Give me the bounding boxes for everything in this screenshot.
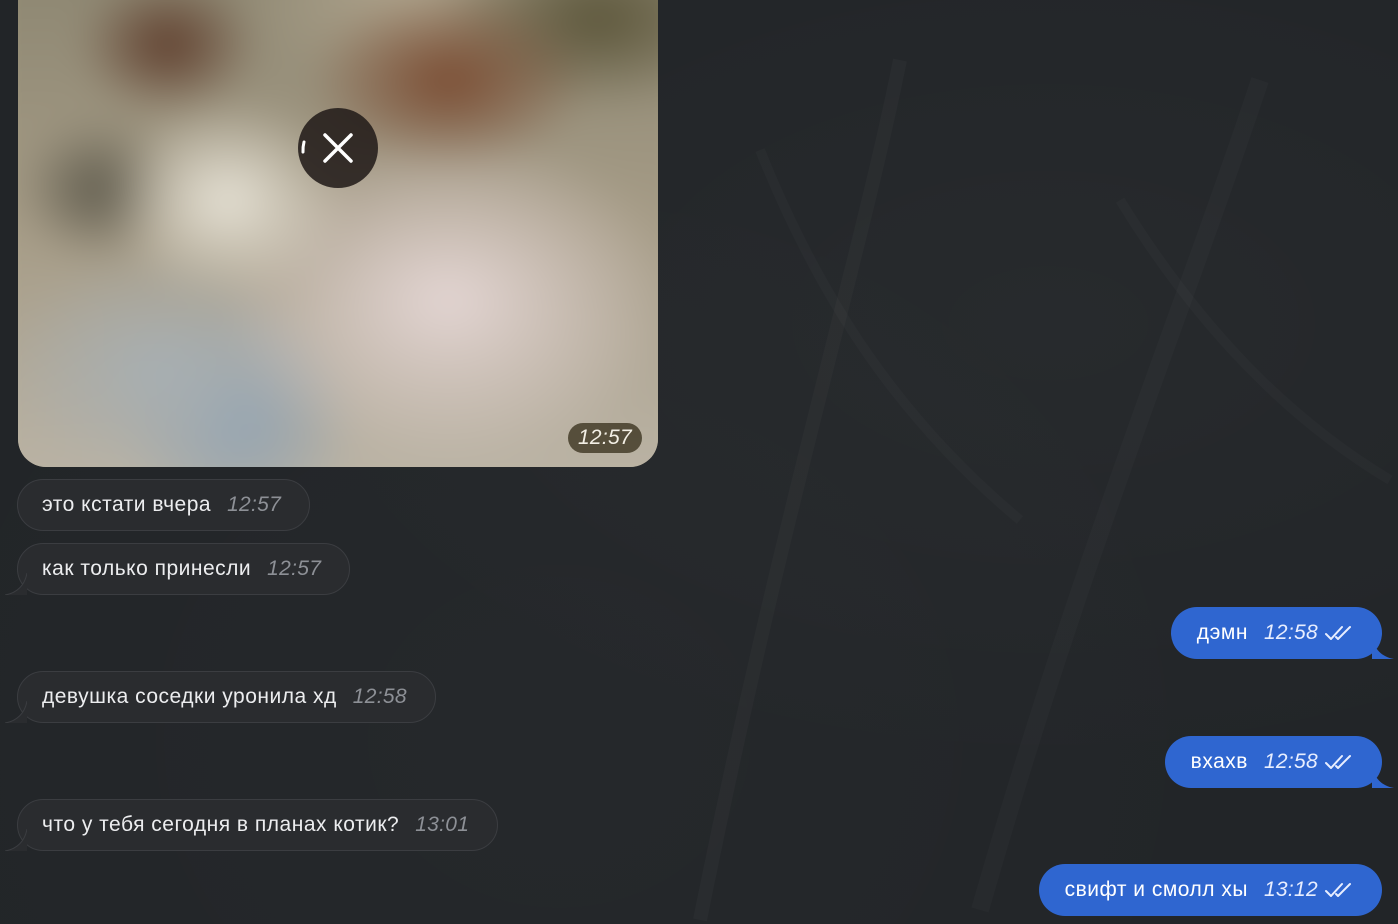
message-time: 12:57 xyxy=(267,557,322,580)
message-bubble-incoming[interactable]: девушка соседки уронила хд 12:58 xyxy=(5,671,436,723)
photo-timestamp: 12:57 xyxy=(567,423,642,453)
double-check-icon xyxy=(1325,755,1351,769)
bubble-tail-icon xyxy=(5,701,27,723)
message-bubble-outgoing[interactable]: вхахв 12:58 xyxy=(1164,736,1394,788)
message-text: вхахв xyxy=(1190,750,1248,773)
bubble-tail-icon xyxy=(5,829,27,851)
double-check-icon xyxy=(1325,626,1351,640)
bubble-tail-icon xyxy=(1372,637,1394,659)
bubble-tail-icon xyxy=(5,573,27,595)
message-bubble-incoming[interactable]: что у тебя сегодня в планах котик? 13:01 xyxy=(5,799,499,851)
message-bubble-outgoing[interactable]: свифт и смолл хы 13:12 xyxy=(1038,864,1382,916)
message-time: 12:58 xyxy=(1263,621,1318,644)
double-check-icon xyxy=(1325,883,1351,897)
message-bubble-incoming[interactable]: как только принесли 12:57 xyxy=(5,543,351,595)
photo-message[interactable]: 12:57 xyxy=(18,0,658,467)
message-text: девушка соседки уронила хд xyxy=(42,685,337,708)
close-icon xyxy=(301,133,353,163)
message-time: 13:01 xyxy=(415,813,470,836)
message-time: 12:57 xyxy=(227,493,282,516)
message-bubble-outgoing[interactable]: дэмн 12:58 xyxy=(1170,607,1394,659)
message-text: это кстати вчера xyxy=(42,493,212,516)
message-time: 13:12 xyxy=(1263,878,1318,901)
message-time: 12:58 xyxy=(352,685,407,708)
message-text: дэмн xyxy=(1196,621,1248,644)
message-text: что у тебя сегодня в планах котик? xyxy=(42,813,400,836)
cancel-download-button[interactable] xyxy=(298,108,378,188)
bubble-tail-icon xyxy=(1372,766,1394,788)
blurred-photo xyxy=(18,0,658,467)
message-time: 12:58 xyxy=(1263,750,1318,773)
message-text: как только принесли xyxy=(42,557,252,580)
message-bubble-incoming[interactable]: это кстати вчера 12:57 xyxy=(17,479,311,531)
message-text: свифт и смолл хы xyxy=(1064,878,1248,901)
